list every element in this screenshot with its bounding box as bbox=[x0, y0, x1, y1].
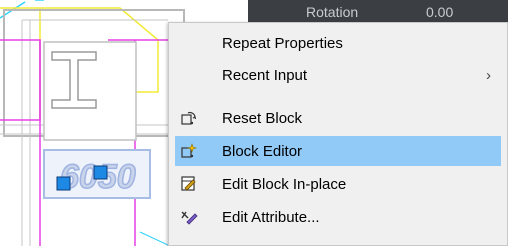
menu-item-label: Reset Block bbox=[222, 109, 303, 127]
reset-block-icon bbox=[181, 111, 197, 125]
context-menu: Repeat Properties Recent Input › Reset B… bbox=[168, 22, 508, 246]
property-label: Rotation bbox=[306, 4, 359, 20]
menu-item-recent-input[interactable]: Recent Input › bbox=[175, 60, 501, 90]
block-editor-icon bbox=[181, 143, 197, 158]
menu-item-edit-block-in-place[interactable]: Edit Block In-place bbox=[175, 169, 501, 199]
menu-item-reset-block[interactable]: Reset Block bbox=[175, 103, 501, 133]
grip-square bbox=[93, 165, 108, 180]
magenta-outline bbox=[0, 39, 41, 121]
menu-item-repeat-properties[interactable]: Repeat Properties bbox=[175, 28, 501, 58]
menu-item-label: Edit Block In-place bbox=[222, 175, 347, 193]
chevron-right-icon: › bbox=[486, 66, 491, 84]
menu-item-edit-attribute[interactable]: Edit Attribute... bbox=[175, 202, 501, 232]
edit-attribute-icon bbox=[181, 211, 198, 225]
menu-item-label: Repeat Properties bbox=[222, 34, 343, 52]
menu-item-block-editor[interactable]: Block Editor bbox=[175, 136, 501, 166]
menu-item-label: Edit Attribute... bbox=[222, 208, 320, 226]
property-value: 0.00 bbox=[426, 4, 454, 20]
edit-block-in-place-icon bbox=[181, 176, 196, 191]
menu-item-label: Block Editor bbox=[222, 142, 303, 160]
menu-item-label: Recent Input bbox=[222, 66, 308, 84]
grip-square bbox=[56, 176, 71, 191]
